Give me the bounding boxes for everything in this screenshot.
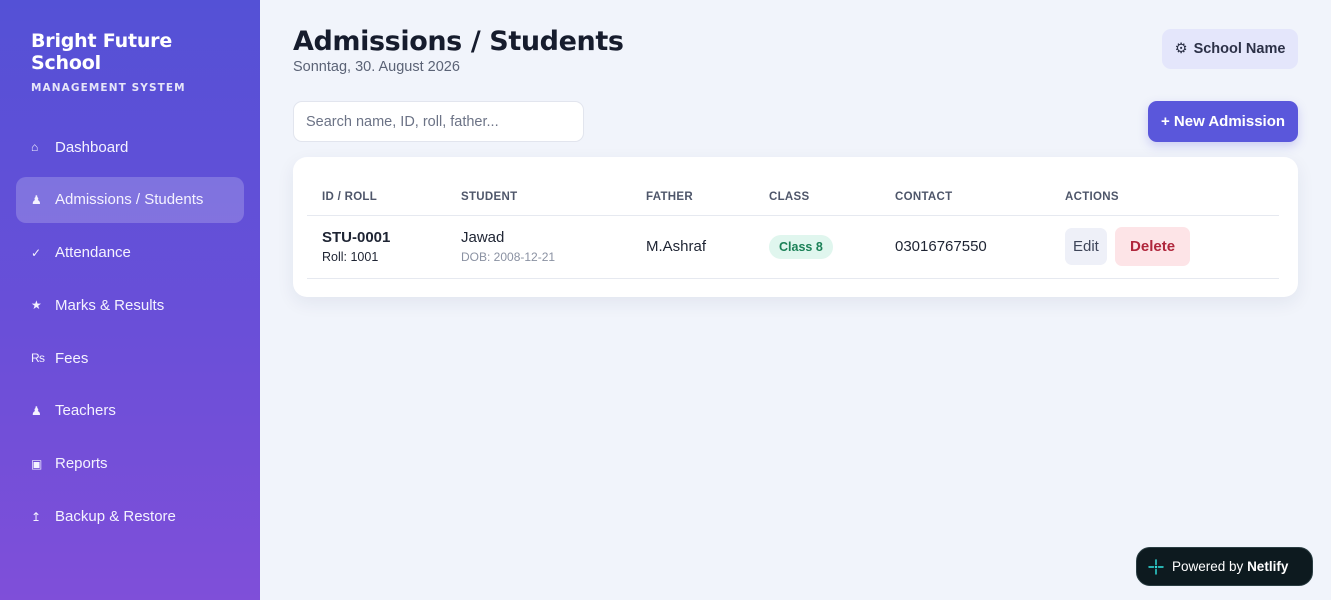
sidebar-item-marks[interactable]: ★ Marks & Results xyxy=(16,282,244,328)
netlify-brand: Netlify xyxy=(1247,559,1289,574)
rupee-icon: ₨ xyxy=(31,351,45,366)
table-header-row: ID / ROLL STUDENT FATHER CLASS CONTACT A… xyxy=(307,179,1279,216)
powered-by-netlify-badge[interactable]: Powered by Netlify xyxy=(1136,547,1313,586)
sidebar-item-attendance[interactable]: ✓ Attendance xyxy=(16,230,244,276)
sidebar-item-reports[interactable]: ▣ Reports xyxy=(16,441,244,487)
column-header-id[interactable]: ID / ROLL xyxy=(307,179,446,216)
school-name-label: School Name xyxy=(1193,41,1286,57)
star-icon: ★ xyxy=(31,298,42,313)
sidebar-item-label: Fees xyxy=(55,349,89,367)
school-name-button[interactable]: ⚙ School Name xyxy=(1162,29,1298,69)
column-header-actions: ACTIONS xyxy=(1050,179,1279,216)
class-badge: Class 8 xyxy=(769,234,833,259)
edit-button[interactable]: Edit xyxy=(1065,228,1107,265)
students-table-card: ID / ROLL STUDENT FATHER CLASS CONTACT A… xyxy=(293,157,1298,297)
sidebar-item-fees[interactable]: ₨ Fees xyxy=(16,335,244,381)
cell-father: M.Ashraf xyxy=(631,215,754,279)
reports-icon: ▣ xyxy=(31,456,43,471)
student-id: STU-0001 xyxy=(322,229,391,246)
page-title: Admissions / Students xyxy=(293,26,624,57)
table-row[interactable]: STU-0001 Roll: 1001 Jawad DOB: 2008-12-2… xyxy=(307,215,1279,279)
cell-contact: 03016767550 xyxy=(880,215,1050,279)
cell-student: Jawad DOB: 2008-12-21 xyxy=(446,215,631,279)
column-header-student[interactable]: STUDENT xyxy=(446,179,631,216)
sidebar-item-label: Attendance xyxy=(55,244,131,262)
sidebar-item-backup[interactable]: ↥ Backup & Restore xyxy=(16,494,244,540)
netlify-icon xyxy=(1148,558,1164,575)
sidebar-item-label: Admissions / Students xyxy=(55,191,204,209)
column-header-contact[interactable]: CONTACT xyxy=(880,179,1050,216)
cell-id-roll: STU-0001 Roll: 1001 xyxy=(307,215,446,279)
student-dob: DOB: 2008-12-21 xyxy=(461,250,556,264)
sidebar-item-dashboard[interactable]: ⌂ Dashboard xyxy=(16,124,244,170)
column-header-class[interactable]: CLASS xyxy=(754,179,880,216)
cell-class: Class 8 xyxy=(754,215,880,279)
student-name: Jawad xyxy=(461,229,505,246)
sidebar-item-label: Backup & Restore xyxy=(55,508,176,526)
students-table: ID / ROLL STUDENT FATHER CLASS CONTACT A… xyxy=(307,179,1279,279)
sidebar: Bright Future School MANAGEMENT SYSTEM ⌂… xyxy=(0,0,260,600)
sidebar-nav: ⌂ Dashboard ♟ Admissions / Students ✓ At… xyxy=(16,124,244,546)
sidebar-item-admissions[interactable]: ♟ Admissions / Students xyxy=(16,176,244,223)
new-admission-button[interactable]: + New Admission xyxy=(1148,101,1298,142)
sidebar-item-label: Marks & Results xyxy=(55,296,165,314)
home-icon: ⌂ xyxy=(31,140,39,154)
netlify-label: Powered by Netlify xyxy=(1172,559,1288,574)
student-roll: Roll: 1001 xyxy=(322,250,379,264)
search-input[interactable] xyxy=(293,101,584,142)
brand-name: Bright Future School xyxy=(31,30,173,74)
brand: Bright Future School MANAGEMENT SYSTEM xyxy=(31,30,211,94)
gear-icon: ⚙ xyxy=(1174,41,1188,57)
check-icon: ✓ xyxy=(31,245,42,260)
column-header-father[interactable]: FATHER xyxy=(631,179,754,216)
sidebar-item-label: Teachers xyxy=(55,402,116,420)
student-icon: ♟ xyxy=(31,192,42,207)
sidebar-item-label: Dashboard xyxy=(55,138,129,156)
netlify-prefix: Powered by xyxy=(1172,559,1244,574)
cell-actions: Edit Delete xyxy=(1050,215,1279,279)
teacher-icon: ♟ xyxy=(31,403,42,418)
backup-icon: ↥ xyxy=(31,509,42,524)
sidebar-item-label: Reports xyxy=(55,455,108,473)
delete-button[interactable]: Delete xyxy=(1115,227,1191,266)
brand-subtitle: MANAGEMENT SYSTEM xyxy=(31,82,186,94)
sidebar-item-teachers[interactable]: ♟ Teachers xyxy=(16,388,244,434)
page-date: Sonntag, 30. August 2026 xyxy=(293,59,460,75)
